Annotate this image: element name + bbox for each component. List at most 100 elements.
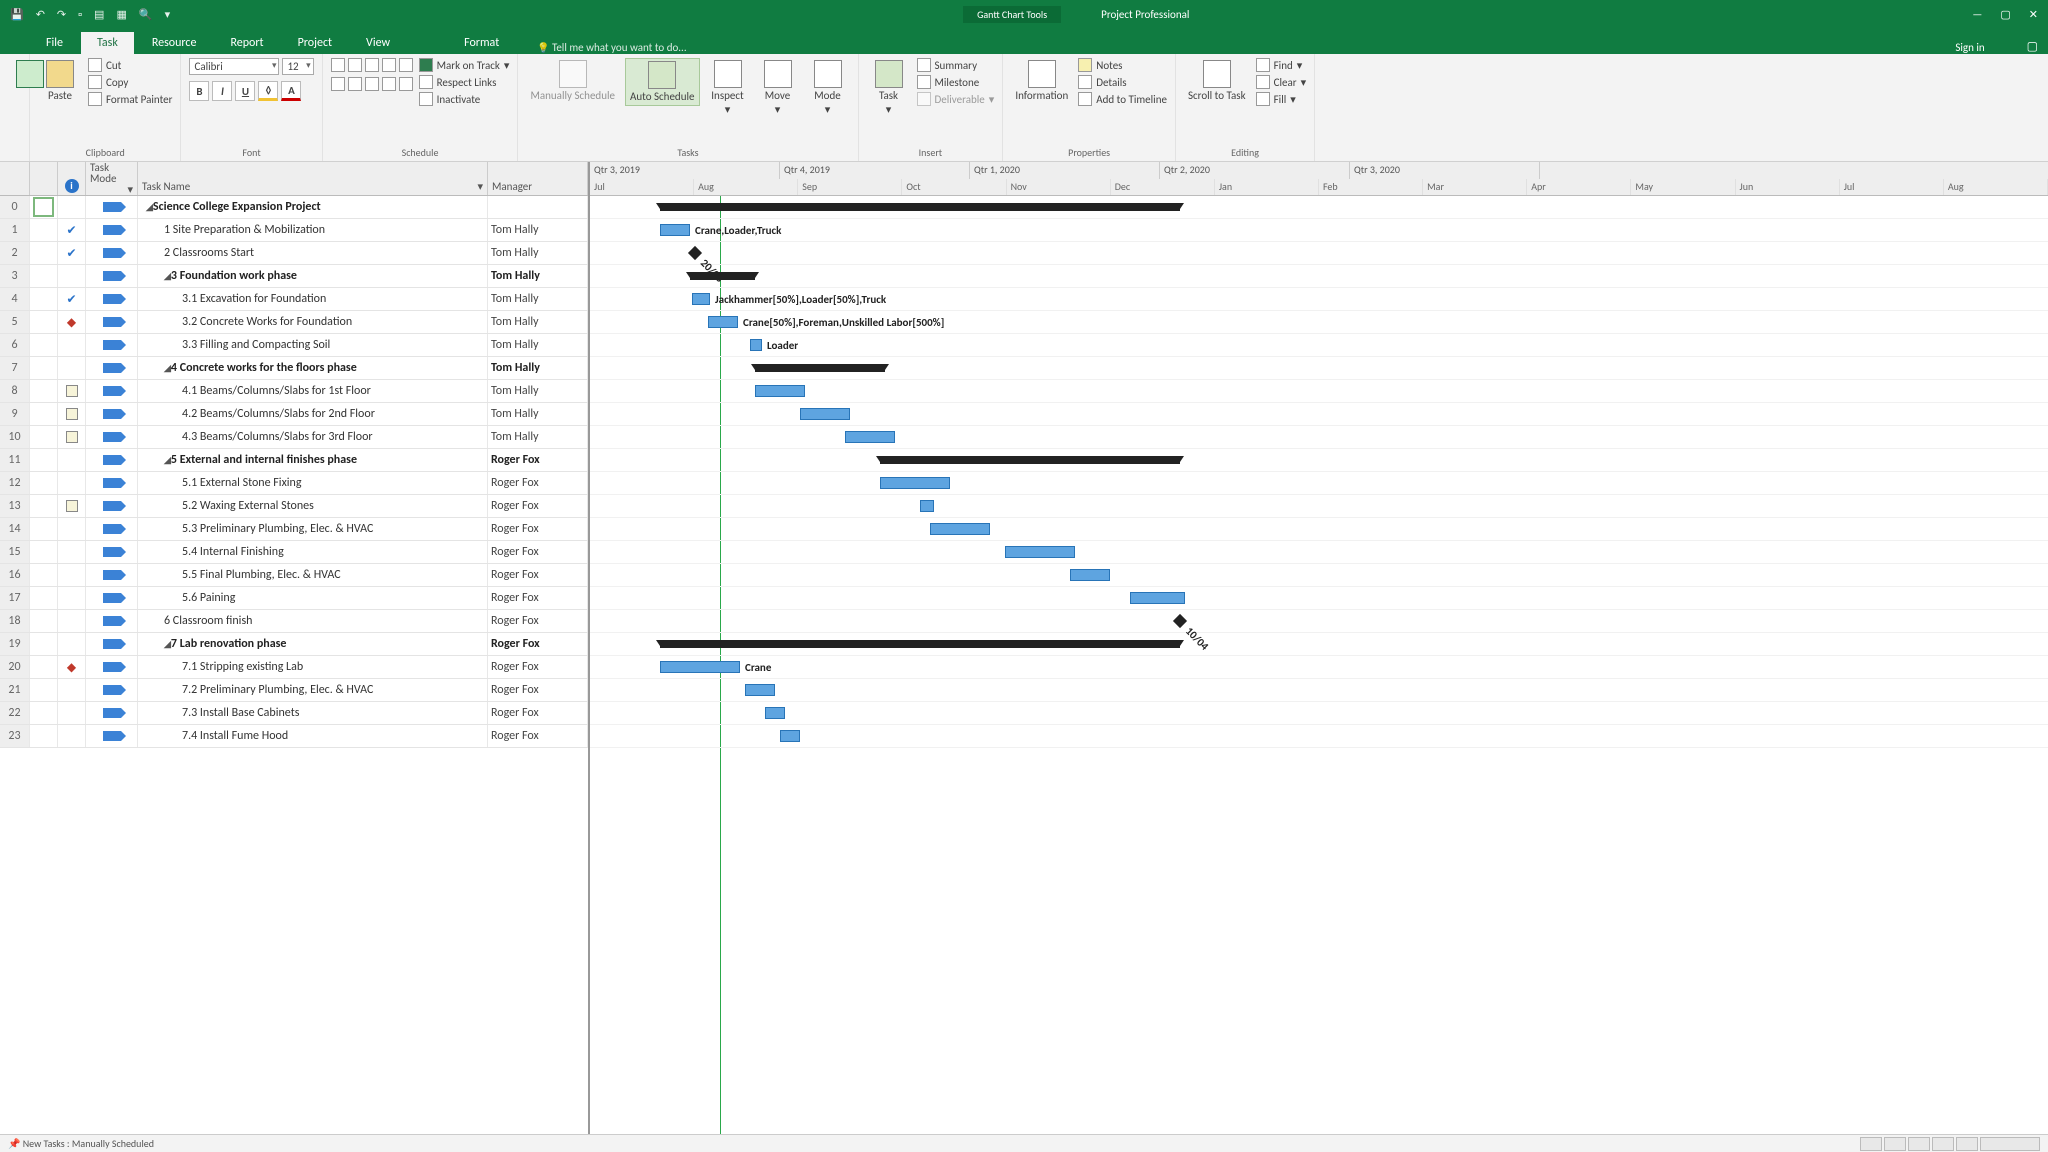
respect-links-button[interactable]: Respect Links bbox=[419, 75, 510, 89]
qat-more-icon[interactable]: ▾ bbox=[165, 8, 171, 21]
task-row[interactable]: 217.2 Preliminary Plumbing, Elec. & HVAC… bbox=[0, 679, 588, 702]
insert-task-button[interactable]: Task▾ bbox=[867, 58, 911, 118]
task-row[interactable]: 155.4 Internal FinishingRoger Fox bbox=[0, 541, 588, 564]
gantt-row[interactable] bbox=[590, 403, 2048, 426]
underline-button[interactable]: U bbox=[235, 81, 255, 101]
move-button[interactable]: Move▾ bbox=[756, 58, 800, 118]
milestone-diamond[interactable]: 20/08 bbox=[688, 246, 702, 260]
fill-button[interactable]: Fill ▾ bbox=[1256, 92, 1307, 106]
task-bar[interactable] bbox=[755, 385, 805, 397]
sign-in-link[interactable]: Sign in bbox=[1955, 41, 2024, 54]
split-task-icon[interactable] bbox=[399, 77, 413, 91]
pct-25-icon[interactable] bbox=[348, 58, 362, 72]
gantt-row[interactable] bbox=[590, 196, 2048, 219]
task-row[interactable]: 84.1 Beams/Columns/Slabs for 1st FloorTo… bbox=[0, 380, 588, 403]
tell-me-search[interactable]: Tell me what you want to do... bbox=[537, 41, 686, 54]
gantt-row[interactable] bbox=[590, 725, 2048, 748]
gantt-row[interactable]: 10/04 bbox=[590, 610, 2048, 633]
milestone-diamond[interactable]: 10/04 bbox=[1173, 614, 1187, 628]
font-color-button[interactable]: A bbox=[281, 81, 301, 101]
task-name-col-header[interactable]: Task Name ▾ bbox=[138, 162, 488, 195]
cut-button[interactable]: Cut bbox=[88, 58, 172, 72]
fill-color-button[interactable]: ◊ bbox=[258, 81, 278, 101]
summary-bar[interactable] bbox=[660, 640, 1180, 648]
task-row[interactable]: 94.2 Beams/Columns/Slabs for 2nd FloorTo… bbox=[0, 403, 588, 426]
row-header-corner[interactable] bbox=[0, 162, 30, 195]
task-bar[interactable] bbox=[845, 431, 895, 443]
pct-50-icon[interactable] bbox=[365, 58, 379, 72]
task-bar[interactable]: Jackhammer[50%],Loader[50%],Truck bbox=[692, 293, 710, 305]
task-row[interactable]: 5◆3.2 Concrete Works for FoundationTom H… bbox=[0, 311, 588, 334]
task-row[interactable]: 63.3 Filling and Compacting SoilTom Hall… bbox=[0, 334, 588, 357]
link-tasks-icon[interactable] bbox=[365, 77, 379, 91]
view-gantt-icon[interactable] bbox=[1860, 1137, 1882, 1151]
indent-icon[interactable] bbox=[348, 77, 362, 91]
task-row[interactable]: 197 Lab renovation phaseRoger Fox bbox=[0, 633, 588, 656]
gantt-row[interactable] bbox=[590, 449, 2048, 472]
pct-0-icon[interactable] bbox=[331, 58, 345, 72]
paste-button[interactable]: Paste bbox=[38, 58, 82, 104]
task-bar[interactable] bbox=[780, 730, 800, 742]
summary-bar[interactable] bbox=[690, 272, 755, 280]
gantt-row[interactable] bbox=[590, 587, 2048, 610]
task-row[interactable]: 135.2 Waxing External StonesRoger Fox bbox=[0, 495, 588, 518]
close-icon[interactable]: ✕ bbox=[2029, 8, 2038, 21]
inactivate-button[interactable]: Inactivate bbox=[419, 92, 510, 106]
minimize-icon[interactable]: — bbox=[1972, 8, 1982, 21]
gantt-row[interactable] bbox=[590, 357, 2048, 380]
task-row[interactable]: 4✔3.1 Excavation for FoundationTom Hally bbox=[0, 288, 588, 311]
mark-on-track-button[interactable]: Mark on Track ▾ bbox=[419, 58, 510, 72]
save-icon[interactable]: 💾 bbox=[10, 8, 24, 21]
tab-report[interactable]: Report bbox=[214, 32, 279, 54]
gantt-row[interactable] bbox=[590, 495, 2048, 518]
task-bar[interactable]: Crane bbox=[660, 661, 740, 673]
task-bar[interactable] bbox=[930, 523, 990, 535]
italic-button[interactable]: I bbox=[212, 81, 232, 101]
info-col-header[interactable]: i bbox=[58, 162, 86, 195]
gantt-row[interactable] bbox=[590, 380, 2048, 403]
auto-schedule-button[interactable]: Auto Schedule bbox=[625, 58, 700, 106]
view-task-usage-icon[interactable] bbox=[1884, 1137, 1906, 1151]
task-row[interactable]: 1✔1 Site Preparation & MobilizationTom H… bbox=[0, 219, 588, 242]
gantt-row[interactable] bbox=[590, 265, 2048, 288]
gantt-row[interactable] bbox=[590, 679, 2048, 702]
add-to-timeline-button[interactable]: Add to Timeline bbox=[1078, 92, 1167, 106]
ribbon-collapse-icon[interactable]: ▢ bbox=[2027, 39, 2048, 54]
manually-schedule-button[interactable]: Manually Schedule bbox=[526, 58, 619, 104]
view-team-planner-icon[interactable] bbox=[1908, 1137, 1930, 1151]
copy-button[interactable]: Copy bbox=[88, 75, 172, 89]
format-painter-button[interactable]: Format Painter bbox=[88, 92, 172, 106]
print-icon[interactable]: ▤ bbox=[94, 8, 104, 21]
scroll-to-task-button[interactable]: Scroll to Task bbox=[1184, 58, 1250, 104]
task-row[interactable]: 33 Foundation work phaseTom Hally bbox=[0, 265, 588, 288]
maximize-icon[interactable]: ▢ bbox=[2000, 8, 2010, 21]
outdent-icon[interactable] bbox=[331, 77, 345, 91]
redo-icon[interactable]: ↷ bbox=[57, 8, 66, 21]
gantt-row[interactable]: Jackhammer[50%],Loader[50%],Truck bbox=[590, 288, 2048, 311]
zoom-slider[interactable] bbox=[1980, 1137, 2040, 1151]
task-mode-col-header[interactable]: Task Mode ▾ bbox=[86, 162, 138, 195]
tab-resource[interactable]: Resource bbox=[136, 32, 213, 54]
task-row[interactable]: 0Science College Expansion Project bbox=[0, 196, 588, 219]
gantt-row[interactable]: Loader bbox=[590, 334, 2048, 357]
clear-button[interactable]: Clear ▾ bbox=[1256, 75, 1307, 89]
task-bar[interactable] bbox=[1070, 569, 1110, 581]
task-row[interactable]: 237.4 Install Fume HoodRoger Fox bbox=[0, 725, 588, 748]
tab-project[interactable]: Project bbox=[282, 32, 348, 54]
task-bar[interactable] bbox=[880, 477, 950, 489]
summary-button[interactable]: Summary bbox=[917, 58, 995, 72]
gantt-row[interactable] bbox=[590, 541, 2048, 564]
bold-button[interactable]: B bbox=[189, 81, 209, 101]
tab-view[interactable]: View bbox=[350, 32, 406, 54]
summary-bar[interactable] bbox=[755, 364, 885, 372]
task-bar[interactable] bbox=[745, 684, 775, 696]
tab-file[interactable]: File bbox=[30, 32, 79, 54]
gantt-row[interactable] bbox=[590, 702, 2048, 725]
task-row[interactable]: 74 Concrete works for the floors phaseTo… bbox=[0, 357, 588, 380]
gantt-row[interactable]: 20/08 bbox=[590, 242, 2048, 265]
task-bar[interactable]: Crane,Loader,Truck bbox=[660, 224, 690, 236]
font-size-combo[interactable]: 12 bbox=[282, 58, 313, 75]
tab-format[interactable]: Format bbox=[448, 32, 515, 54]
mode-button[interactable]: Mode▾ bbox=[806, 58, 850, 118]
view-report-icon[interactable] bbox=[1956, 1137, 1978, 1151]
